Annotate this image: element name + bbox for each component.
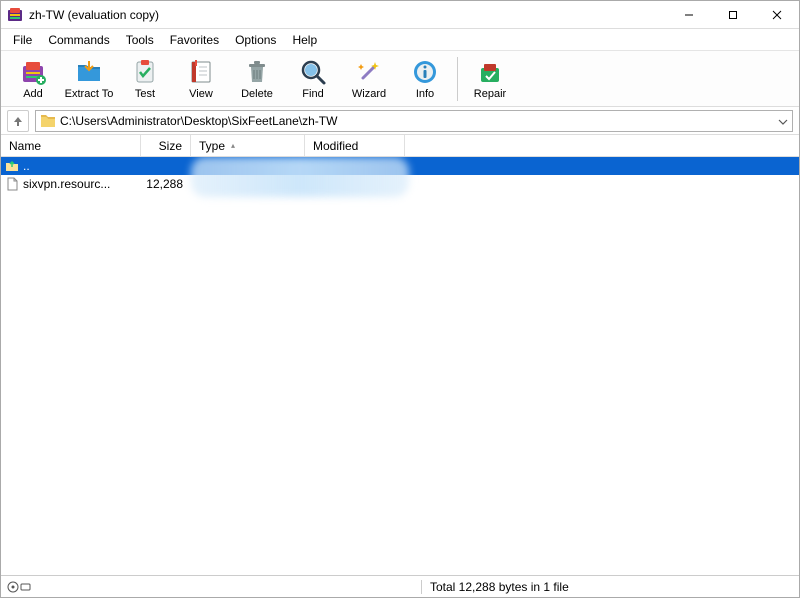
find-label: Find xyxy=(302,88,323,100)
menu-options[interactable]: Options xyxy=(227,31,284,49)
menu-file[interactable]: File xyxy=(5,31,40,49)
column-headers: Name Size Type ▴ Modified xyxy=(1,135,799,157)
window-controls xyxy=(667,1,799,29)
repair-icon xyxy=(476,58,504,86)
folder-up-icon xyxy=(5,159,19,173)
clipboard-test-icon xyxy=(131,58,159,86)
trash-icon xyxy=(243,58,271,86)
menu-favorites[interactable]: Favorites xyxy=(162,31,227,49)
column-name-label: Name xyxy=(9,139,41,153)
status-left xyxy=(1,581,421,593)
statusbar: Total 12,288 bytes in 1 file xyxy=(1,575,799,597)
info-button[interactable]: Info xyxy=(397,53,453,105)
path-combobox[interactable]: C:\Users\Administrator\Desktop\SixFeetLa… xyxy=(35,110,793,132)
column-type[interactable]: Type ▴ xyxy=(191,135,305,156)
file-size: 12,288 xyxy=(141,177,191,191)
redacted-region xyxy=(191,157,409,197)
close-button[interactable] xyxy=(755,1,799,29)
column-size[interactable]: Size xyxy=(141,135,191,156)
folder-icon xyxy=(40,114,56,128)
column-modified-label: Modified xyxy=(313,139,358,153)
folder-extract-icon xyxy=(75,58,103,86)
titlebar: zh-TW (evaluation copy) xyxy=(1,1,799,29)
file-name: .. xyxy=(23,159,30,173)
wand-icon xyxy=(355,58,383,86)
view-label: View xyxy=(189,88,213,100)
delete-label: Delete xyxy=(241,88,273,100)
extract-button[interactable]: Extract To xyxy=(61,53,117,105)
toolbar-separator xyxy=(457,57,458,101)
add-button[interactable]: Add xyxy=(5,53,61,105)
maximize-button[interactable] xyxy=(711,1,755,29)
app-icon xyxy=(7,7,23,23)
wizard-label: Wizard xyxy=(352,88,386,100)
info-icon xyxy=(411,58,439,86)
repair-button[interactable]: Repair xyxy=(462,53,518,105)
nav-up-button[interactable] xyxy=(7,110,29,132)
extract-label: Extract To xyxy=(65,88,114,100)
menubar: File Commands Tools Favorites Options He… xyxy=(1,29,799,51)
archive-add-icon xyxy=(19,58,47,86)
chevron-down-icon[interactable] xyxy=(778,114,788,128)
path-text: C:\Users\Administrator\Desktop\SixFeetLa… xyxy=(60,114,778,128)
column-modified[interactable]: Modified xyxy=(305,135,405,156)
book-view-icon xyxy=(187,58,215,86)
sort-indicator-icon: ▴ xyxy=(231,141,235,150)
find-button[interactable]: Find xyxy=(285,53,341,105)
toolbar: Add Extract To Test View Delete Find Wiz… xyxy=(1,51,799,107)
menu-tools[interactable]: Tools xyxy=(118,31,162,49)
add-label: Add xyxy=(23,88,43,100)
delete-button[interactable]: Delete xyxy=(229,53,285,105)
wizard-button[interactable]: Wizard xyxy=(341,53,397,105)
arrow-up-icon xyxy=(12,115,24,127)
disk-icon xyxy=(7,581,31,593)
file-icon xyxy=(5,177,19,191)
test-label: Test xyxy=(135,88,155,100)
repair-label: Repair xyxy=(474,88,506,100)
view-button[interactable]: View xyxy=(173,53,229,105)
minimize-button[interactable] xyxy=(667,1,711,29)
info-label: Info xyxy=(416,88,434,100)
column-name[interactable]: Name xyxy=(1,135,141,156)
test-button[interactable]: Test xyxy=(117,53,173,105)
menu-help[interactable]: Help xyxy=(284,31,325,49)
column-size-label: Size xyxy=(159,139,182,153)
status-summary: Total 12,288 bytes in 1 file xyxy=(421,580,799,594)
menu-commands[interactable]: Commands xyxy=(40,31,117,49)
magnifier-icon xyxy=(299,58,327,86)
navbar: C:\Users\Administrator\Desktop\SixFeetLa… xyxy=(1,107,799,135)
file-name: sixvpn.resourc... xyxy=(23,177,110,191)
column-type-label: Type xyxy=(199,139,225,153)
file-list[interactable]: .. sixvpn.resourc... 12,288 xyxy=(1,157,799,575)
window-title: zh-TW (evaluation copy) xyxy=(29,8,667,22)
